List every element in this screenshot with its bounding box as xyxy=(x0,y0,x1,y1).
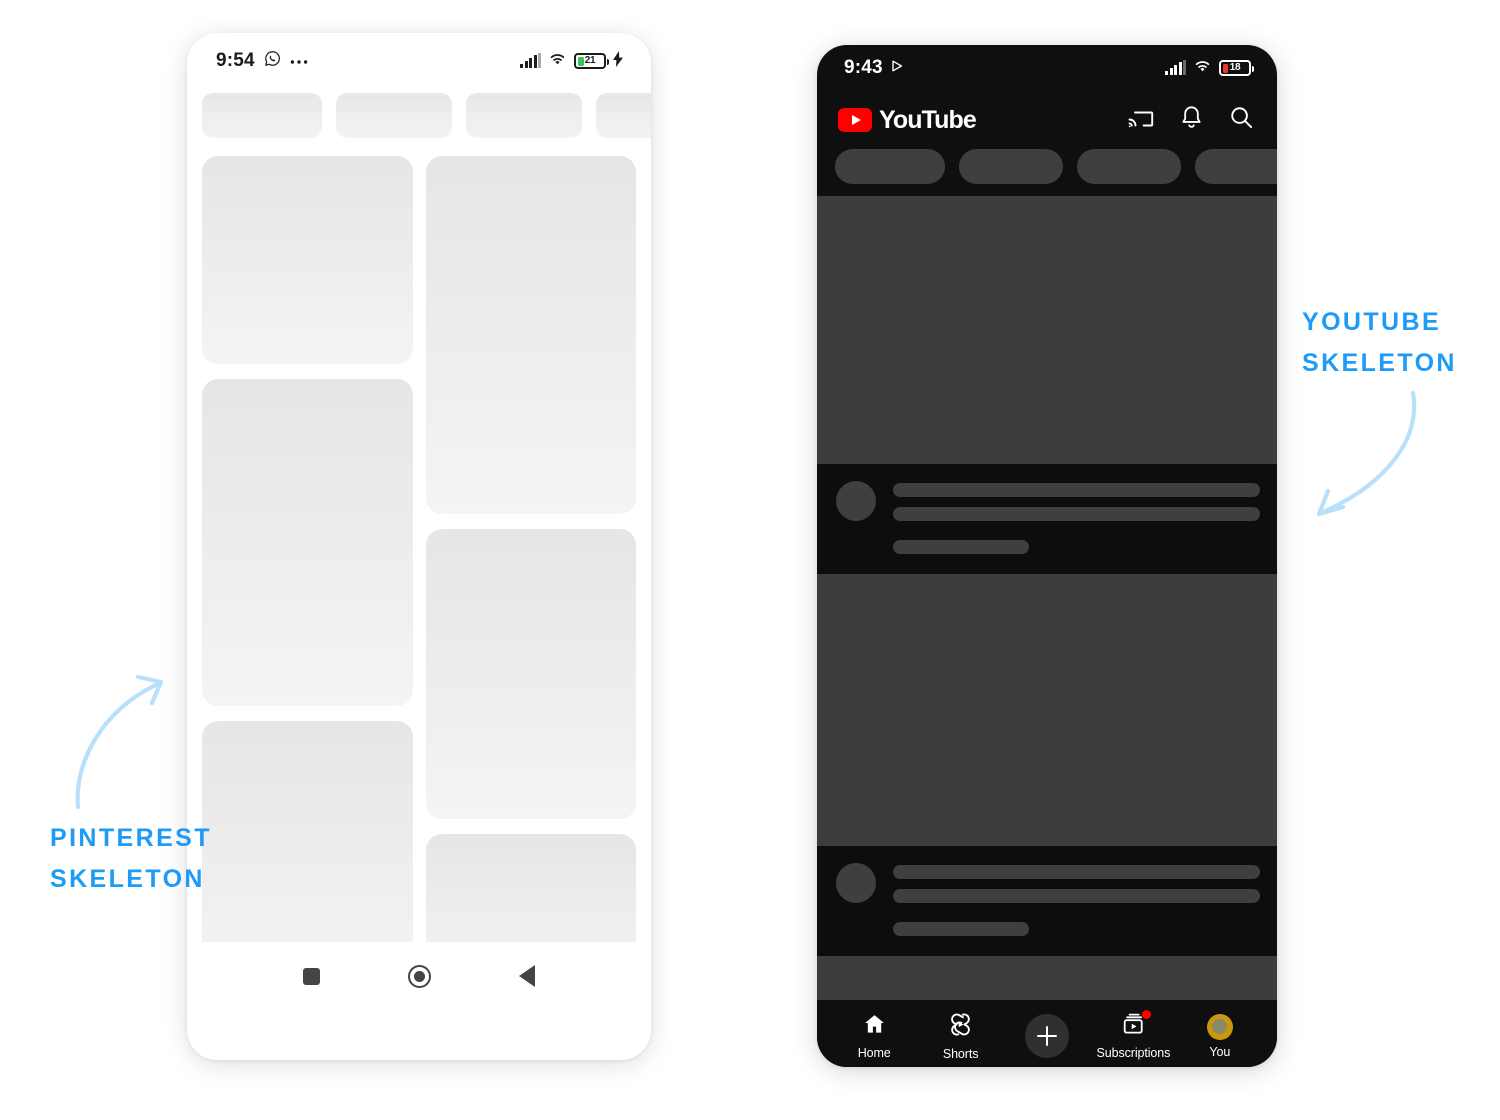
youtube-logo-text: YouTube xyxy=(879,105,977,134)
skeleton-chip xyxy=(466,93,582,138)
plus-icon[interactable] xyxy=(1025,1014,1070,1058)
status-time: 9:43 xyxy=(844,57,883,78)
skeleton-chip xyxy=(202,93,322,138)
play-small-icon xyxy=(892,59,903,77)
youtube-annotation-label: YouTube Skeleton xyxy=(1302,302,1457,383)
pinterest-masonry-grid xyxy=(187,138,651,942)
skeleton-card xyxy=(425,834,636,942)
tab-shorts-label: Shorts xyxy=(942,1046,979,1061)
youtube-chip-row[interactable] xyxy=(817,149,1277,196)
skeleton-line xyxy=(893,922,1029,936)
tab-shorts[interactable]: Shorts xyxy=(917,1012,1003,1061)
tab-you-label: You xyxy=(1209,1044,1231,1059)
skeleton-text-lines xyxy=(893,481,1260,554)
skeleton-chip xyxy=(1077,149,1181,184)
search-icon[interactable] xyxy=(1229,105,1254,135)
subscriptions-icon xyxy=(1121,1010,1151,1041)
youtube-phone-mockup: 9:43 18 YouTube Home Shorts Subscription… xyxy=(817,45,1277,1067)
youtube-play-icon xyxy=(838,108,872,132)
grid-column-left xyxy=(202,156,413,942)
skeleton-line xyxy=(893,865,1260,879)
app-bar-actions xyxy=(1128,105,1254,135)
tab-you[interactable]: You xyxy=(1177,1013,1263,1059)
skeleton-avatar xyxy=(836,863,876,903)
tab-home[interactable]: Home xyxy=(831,1012,917,1060)
battery-level: 18 xyxy=(1229,62,1241,73)
skeleton-card xyxy=(202,379,413,706)
skeleton-card xyxy=(425,529,636,819)
pinterest-annotation-arrow xyxy=(75,674,164,810)
pinterest-phone-mockup: 9:54 21 xyxy=(187,33,651,1060)
skeleton-chip xyxy=(336,93,452,138)
tab-home-label: Home xyxy=(857,1046,891,1060)
skeleton-avatar xyxy=(836,481,876,521)
battery-level: 21 xyxy=(584,55,596,66)
circle-icon[interactable] xyxy=(408,964,431,988)
skeleton-line xyxy=(893,483,1260,497)
video-meta-skeleton xyxy=(817,464,1277,574)
skeleton-thumbnail xyxy=(817,956,1277,1000)
annotation-line-1: YouTube xyxy=(1302,308,1442,336)
video-skeleton-item xyxy=(817,574,1277,956)
skeleton-chip xyxy=(835,149,945,184)
status-bar-left: 9:43 xyxy=(844,57,903,79)
youtube-logo[interactable]: YouTube xyxy=(838,105,977,135)
avatar-icon xyxy=(1206,1013,1233,1040)
skeleton-card xyxy=(425,156,636,514)
signal-icon xyxy=(520,53,541,68)
skeleton-chip xyxy=(596,93,651,138)
notification-badge xyxy=(1141,1010,1151,1019)
skeleton-card xyxy=(202,721,413,942)
more-dots-icon xyxy=(290,52,308,70)
tab-create[interactable] xyxy=(1004,1014,1090,1058)
signal-icon xyxy=(1165,60,1186,75)
skeleton-line xyxy=(893,507,1260,521)
annotation-line-2: Skeleton xyxy=(50,864,205,893)
wifi-icon xyxy=(1193,58,1212,78)
video-skeleton-item xyxy=(817,196,1277,574)
charging-bolt-icon xyxy=(613,50,623,72)
skeleton-card xyxy=(202,156,413,364)
status-time: 9:54 xyxy=(216,50,255,71)
video-meta-skeleton xyxy=(817,846,1277,956)
skeleton-chip xyxy=(1195,149,1277,184)
skeleton-text-lines xyxy=(893,863,1260,936)
skeleton-chip xyxy=(959,149,1063,184)
youtube-tab-bar[interactable]: Home Shorts Subscriptions You xyxy=(817,1000,1277,1067)
tab-subscriptions-label: Subscriptions xyxy=(1096,1046,1171,1060)
battery-icon: 21 xyxy=(574,53,609,69)
home-icon xyxy=(862,1012,887,1041)
status-bar-left: 9:54 xyxy=(216,50,308,72)
skeleton-thumbnail xyxy=(817,574,1277,846)
cast-icon[interactable] xyxy=(1128,107,1154,134)
grid-column-right xyxy=(425,156,636,942)
status-bar-right: 21 xyxy=(520,50,623,72)
skeleton-line xyxy=(893,889,1260,903)
youtube-annotation-arrow xyxy=(1316,390,1417,517)
shorts-icon xyxy=(948,1012,973,1042)
youtube-status-bar: 9:43 18 xyxy=(817,45,1277,91)
youtube-feed-skeleton xyxy=(817,196,1277,1000)
skeleton-thumbnail xyxy=(817,196,1277,464)
battery-icon: 18 xyxy=(1219,60,1254,76)
pinterest-chip-row[interactable] xyxy=(187,93,651,138)
skeleton-line xyxy=(893,540,1029,554)
tab-subscriptions[interactable]: Subscriptions xyxy=(1090,1010,1176,1060)
pinterest-status-bar: 9:54 21 xyxy=(187,33,651,89)
triangle-left-icon[interactable] xyxy=(519,965,535,987)
status-bar-right: 18 xyxy=(1165,58,1254,78)
whatsapp-icon xyxy=(264,50,281,72)
wifi-icon xyxy=(548,51,567,71)
pinterest-annotation-label: Pinterest Skeleton xyxy=(50,818,212,899)
notifications-bell-icon[interactable] xyxy=(1180,105,1203,135)
square-icon[interactable] xyxy=(303,967,320,985)
youtube-app-bar: YouTube xyxy=(817,91,1277,149)
annotation-line-1: Pinterest xyxy=(50,824,212,852)
annotation-line-2: Skeleton xyxy=(1302,348,1457,377)
pinterest-android-navbar[interactable] xyxy=(187,942,651,1010)
